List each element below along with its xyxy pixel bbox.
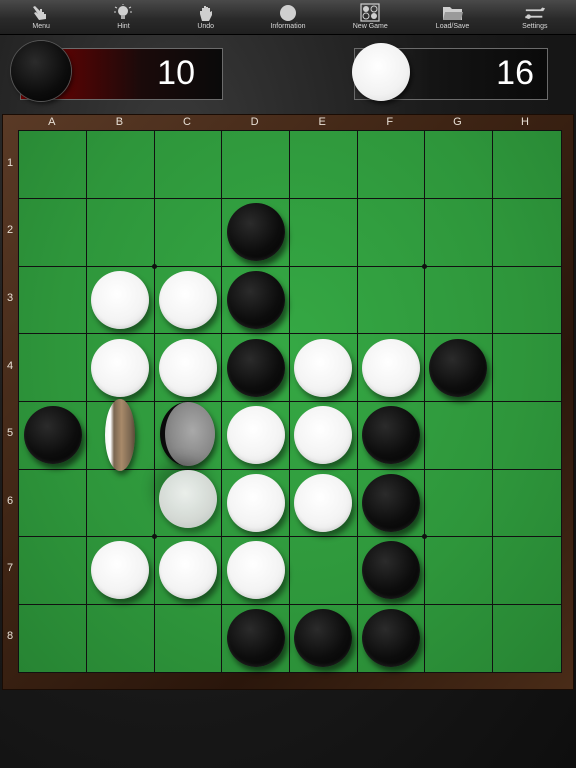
row-label-1: 1 (6, 156, 14, 169)
disc-d5 (226, 406, 285, 465)
disc-d7 (226, 541, 285, 600)
new-game-grid-icon (359, 3, 381, 22)
disc-c6 (159, 469, 217, 528)
star-point (151, 263, 157, 269)
disc-d4 (226, 338, 285, 397)
disc-b7 (91, 541, 150, 600)
disc-f4 (361, 338, 420, 397)
settings-label: Settings (522, 23, 548, 30)
disc-d8 (226, 609, 285, 667)
black-score-panel: 10 (0, 41, 240, 104)
grid-line (19, 400, 561, 402)
disc-e6 (294, 473, 353, 532)
load-save-button[interactable]: Load/Save (411, 0, 493, 34)
load-save-label: Load/Save (435, 23, 470, 30)
disc-d6 (226, 473, 285, 532)
lightbulb-icon (112, 3, 134, 22)
disc-c3 (159, 271, 217, 329)
white-player-disc (352, 43, 410, 101)
disc-e5 (294, 406, 353, 465)
board-frame: A B C D E F G H 1 2 3 4 5 6 7 8 (2, 114, 574, 690)
column-label-a: A (48, 116, 56, 128)
column-label-c: C (183, 116, 191, 128)
column-label-e: E (318, 116, 326, 128)
settings-button[interactable]: Settings (494, 0, 576, 34)
disc-c5 (160, 402, 215, 467)
disc-c7 (159, 541, 217, 600)
disc-g4 (429, 338, 488, 397)
grid-line (19, 333, 561, 335)
grid-line (356, 131, 358, 672)
hint-button[interactable]: Hint (82, 0, 164, 34)
grid-line (19, 198, 561, 200)
star-point (422, 534, 428, 540)
black-score: 10 (157, 54, 195, 92)
disc-f7 (361, 541, 420, 600)
disc-d3 (226, 271, 285, 329)
disc-f6 (361, 473, 420, 532)
column-label-f: F (386, 116, 394, 128)
disc-d2 (226, 203, 285, 262)
white-score: 16 (496, 54, 534, 92)
disc-a5 (23, 406, 82, 465)
menu-label: Menu (32, 23, 50, 30)
row-label-6: 6 (6, 494, 14, 507)
disc-b5 (105, 399, 136, 472)
folder-icon (442, 3, 464, 22)
information-label: Information (270, 23, 306, 30)
wrench-icon (524, 3, 546, 22)
undo-button[interactable]: Undo (165, 0, 247, 34)
disc-b3 (91, 271, 150, 329)
grid-line (19, 603, 561, 605)
row-label-8: 8 (6, 630, 14, 642)
star-point (151, 534, 157, 540)
grid-line (19, 468, 561, 470)
disc-f8 (361, 609, 420, 667)
grid-line (491, 131, 493, 672)
black-player-disc (11, 41, 71, 101)
white-score-panel: 16 (336, 43, 576, 104)
hand-stop-icon (195, 3, 217, 22)
grid-line (19, 265, 561, 267)
row-label-2: 2 (6, 224, 14, 237)
disc-e4 (294, 338, 353, 397)
new-game-button[interactable]: New Game (329, 0, 411, 34)
grid-line (19, 536, 561, 538)
star-point (422, 263, 428, 269)
row-label-5: 5 (6, 427, 14, 440)
disc-b4 (91, 338, 150, 397)
undo-label: Undo (197, 23, 215, 30)
column-label-b: B (115, 116, 124, 128)
info-circle-icon (277, 3, 299, 22)
toolbar: Menu Hint Undo Information New Game Load… (0, 0, 576, 35)
row-label-7: 7 (6, 562, 14, 575)
new-game-label: New Game (352, 23, 388, 30)
column-label-h: H (521, 116, 529, 128)
information-button[interactable]: Information (247, 0, 329, 34)
disc-f5 (361, 406, 420, 465)
hand-pointing-icon (30, 3, 52, 22)
column-label-g: G (453, 116, 462, 128)
disc-c4 (159, 338, 217, 397)
menu-button[interactable]: Menu (0, 0, 82, 34)
hint-label: Hint (117, 23, 130, 30)
row-label-4: 4 (6, 359, 14, 372)
board-grid[interactable] (18, 130, 562, 673)
disc-e8 (294, 609, 353, 667)
row-label-3: 3 (6, 292, 14, 304)
grid-line (424, 131, 426, 672)
column-label-d: D (250, 116, 259, 128)
